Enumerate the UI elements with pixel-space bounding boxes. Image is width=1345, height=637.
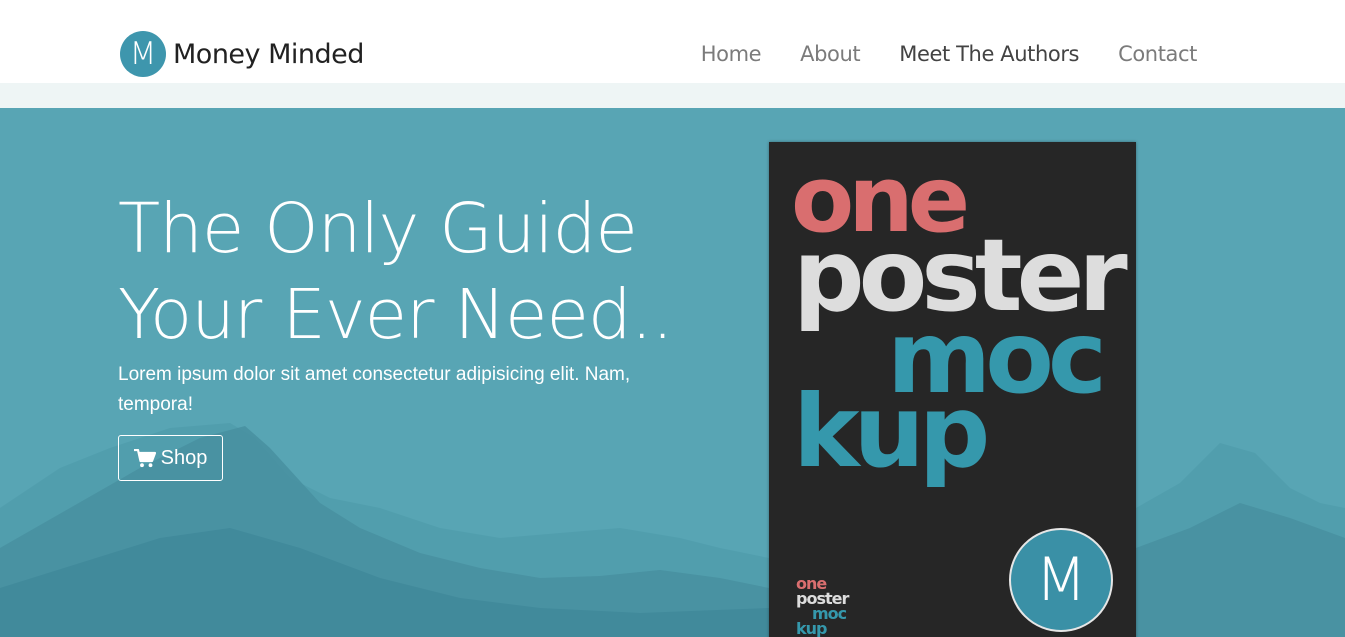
nav-about[interactable]: About — [800, 42, 860, 66]
top-navbar: M Money Minded Home About Meet The Autho… — [0, 0, 1345, 83]
header-divider-strip — [0, 83, 1345, 108]
poster-brand-mark: M — [1009, 528, 1113, 632]
brand[interactable]: M Money Minded — [120, 31, 364, 77]
hero-title: The Only Guide Your Ever Need.. — [118, 186, 718, 358]
shopping-cart-icon — [133, 448, 156, 467]
hero-section: The Only Guide Your Ever Need.. Lorem ip… — [0, 108, 1345, 637]
poster-word-kup: kup — [793, 373, 990, 490]
hero-title-line-1: The Only Guide — [118, 189, 638, 269]
hero-lead-text: Lorem ipsum dolor sit amet consectetur a… — [118, 364, 631, 415]
poster-mockup-image: one poster moc kup one poster moc kup M — [769, 142, 1136, 637]
shop-button-label: Shop — [160, 446, 208, 469]
nav-contact[interactable]: Contact — [1118, 42, 1197, 66]
poster-mini-logo: one poster moc kup — [796, 576, 849, 637]
brand-logo[interactable]: M — [120, 31, 166, 77]
shop-button[interactable]: Shop — [118, 435, 223, 481]
nav-home[interactable]: Home — [701, 42, 762, 66]
nav-meet-the-authors[interactable]: Meet The Authors — [899, 42, 1079, 66]
poster-mini-word-kup: kup — [796, 619, 827, 637]
hero-title-line-2: Your Ever Need.. — [118, 275, 674, 355]
main-nav: Home About Meet The Authors Contact — [662, 42, 1198, 66]
brand-name[interactable]: Money Minded — [173, 39, 364, 70]
